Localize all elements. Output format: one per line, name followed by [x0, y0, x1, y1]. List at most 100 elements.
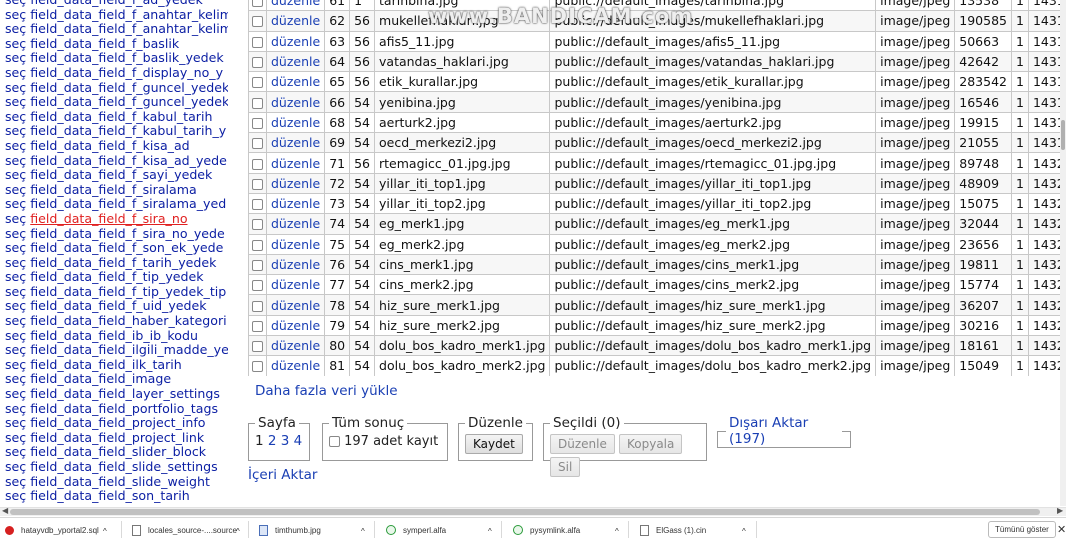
table-name-link[interactable]: field_data_field_image — [30, 371, 171, 387]
row-edit-link[interactable]: düzenle — [265, 111, 326, 134]
select-table-link[interactable]: seç — [5, 226, 26, 241]
row-checkbox[interactable] — [252, 178, 263, 190]
sidebar-table-item[interactable]: seç field_data_field_f_guncel_yedek — [0, 94, 228, 110]
table-name-link[interactable]: field_data_field_f_sayi_yedek — [30, 167, 212, 182]
row-checkbox[interactable] — [252, 77, 263, 89]
import-link[interactable]: İçeri Aktar — [248, 467, 317, 483]
row-edit-link[interactable]: düzenle — [265, 152, 326, 174]
close-icon[interactable]: ✕ — [1057, 523, 1066, 536]
sidebar-table-item[interactable]: seç field_data_field_f_anahtar_kelim — [0, 7, 228, 23]
table-name-link[interactable]: field_data_field_f_baslik_yedek — [30, 50, 223, 66]
row-edit-link[interactable]: düzenle — [265, 71, 326, 93]
sidebar-table-item[interactable]: seç field_data_field_slider_block — [0, 445, 228, 460]
sidebar-table-item[interactable]: seç field_data_field_haber_kategori — [0, 313, 228, 329]
delete-selected-button[interactable]: Sil — [550, 457, 581, 477]
select-table-link[interactable]: seç — [5, 80, 26, 95]
table-name-link[interactable]: field_data_field_f_kabul_tarih — [30, 109, 212, 124]
page-link-1[interactable]: 1 — [255, 433, 264, 449]
select-table-link[interactable]: seç — [5, 138, 26, 153]
table-name-link[interactable]: field_data_field_f_sira_no_yede — [30, 226, 225, 241]
row-edit-link[interactable]: düzenle — [265, 50, 326, 73]
table-name-link[interactable]: field_data_field_f_display_no_y — [30, 65, 223, 80]
table-name-link[interactable]: field_data_field_f_siralama — [30, 182, 197, 197]
table-name-link[interactable]: field_data_field_f_baslik — [30, 36, 179, 51]
sidebar-table-item[interactable]: seç field_data_field_f_kabul_tarih_y — [0, 124, 228, 139]
row-checkbox[interactable] — [252, 16, 263, 28]
table-name-link[interactable]: field_data_field_project_info — [30, 415, 205, 430]
table-name-link[interactable]: field_data_field_ib_ib_kodu — [30, 328, 198, 343]
select-table-link[interactable]: seç — [5, 153, 26, 168]
row-edit-link[interactable]: düzenle — [265, 0, 326, 12]
row-checkbox[interactable] — [252, 138, 263, 150]
select-table-link[interactable]: seç — [5, 167, 26, 182]
select-table-link[interactable]: seç — [5, 211, 26, 226]
sidebar-table-item[interactable]: seç field_data_field_f_guncel_yedek — [0, 80, 228, 96]
sidebar-table-item[interactable]: seç field_data_field_image — [0, 372, 228, 387]
horizontal-scrollbar-thumb[interactable] — [10, 509, 1040, 515]
chevron-up-icon[interactable]: ^ — [488, 523, 492, 539]
save-button[interactable]: Kaydet — [465, 434, 523, 454]
row-checkbox[interactable] — [252, 320, 263, 332]
download-item[interactable]: timthumb.jpg — [259, 522, 321, 538]
select-table-link[interactable]: seç — [5, 444, 26, 460]
sidebar-table-item[interactable]: seç field_data_field_f_display_no_y — [0, 65, 228, 81]
row-edit-link[interactable]: düzenle — [265, 10, 326, 32]
show-all-downloads-button[interactable]: Tümünü göster — [988, 521, 1056, 538]
sidebar-table-item[interactable]: seç field_data_field_f_baslik_yedek — [0, 51, 228, 66]
row-edit-link[interactable]: düzenle — [265, 335, 326, 357]
page-link-4[interactable]: 4 — [294, 433, 303, 449]
page-link-3[interactable]: 3 — [281, 433, 290, 449]
table-name-link[interactable]: field_data_field_slide_settings — [30, 459, 217, 474]
row-checkbox[interactable] — [252, 280, 263, 292]
select-table-link[interactable]: seç — [5, 313, 26, 328]
table-name-link[interactable]: field_data_field_f_siralama_yed — [30, 196, 226, 212]
row-checkbox[interactable] — [252, 158, 263, 170]
row-checkbox[interactable] — [252, 219, 263, 231]
select-table-link[interactable]: seç — [5, 7, 26, 22]
select-table-link[interactable]: seç — [5, 386, 26, 401]
select-table-link[interactable]: seç — [5, 459, 26, 474]
sidebar-table-item[interactable]: seç field_data_field_f_kisa_ad — [0, 138, 228, 154]
download-item[interactable]: ElGass (1).cin — [640, 522, 706, 538]
select-table-link[interactable]: seç — [5, 415, 26, 430]
table-name-link[interactable]: field_data_field_f_kisa_ad_yede — [30, 153, 227, 168]
table-name-link[interactable]: field_data_field_f_sira_no — [30, 211, 187, 226]
select-table-link[interactable]: seç — [5, 36, 26, 51]
export-link[interactable]: Dışarı Aktar (197) — [726, 415, 842, 447]
sidebar-table-item[interactable]: seç field_data_field_f_kabul_tarih — [0, 109, 228, 125]
select-table-link[interactable]: seç — [5, 123, 26, 139]
table-name-link[interactable]: field_data_field_layer_settings — [30, 386, 220, 401]
chevron-up-icon[interactable]: ^ — [742, 523, 746, 539]
table-name-link[interactable]: field_data_field_f_kabul_tarih_y — [30, 123, 226, 139]
row-checkbox[interactable] — [252, 300, 263, 312]
vertical-scrollbar[interactable] — [1060, 0, 1066, 506]
sidebar-table-item[interactable]: seç field_data_field_layer_settings — [0, 386, 228, 402]
row-checkbox[interactable] — [252, 199, 263, 211]
table-name-link[interactable]: field_data_field_f_guncel_yedek — [30, 80, 228, 95]
row-edit-link[interactable]: düzenle — [265, 91, 326, 113]
table-name-link[interactable]: field_data_field_f_anahtar_kelim — [30, 21, 228, 36]
select-table-link[interactable]: seç — [5, 401, 26, 416]
sidebar-table-item[interactable]: seç field_data_field_f_tarih_yedek — [0, 255, 228, 271]
select-table-link[interactable]: seç — [5, 298, 26, 314]
download-item[interactable]: locales_source-....source — [132, 522, 237, 538]
sidebar-table-item[interactable]: seç field_data_field_f_sira_no — [0, 211, 228, 227]
table-name-link[interactable]: field_data_field_ilk_tarih — [30, 357, 182, 372]
table-name-link[interactable]: field_data_field_haber_kategori — [30, 313, 226, 328]
row-checkbox[interactable] — [252, 361, 263, 373]
row-edit-link[interactable]: düzenle — [265, 213, 326, 235]
table-name-link[interactable]: field_data_field_f_tarih_yedek — [30, 255, 216, 270]
download-item[interactable]: hatayvdb_yportal2.sql — [5, 522, 99, 538]
select-table-link[interactable]: seç — [5, 255, 26, 270]
copy-selected-button[interactable]: Kopyala — [619, 434, 683, 454]
row-checkbox[interactable] — [252, 117, 263, 129]
select-table-link[interactable]: seç — [5, 328, 26, 343]
select-table-link[interactable]: seç — [5, 109, 26, 124]
table-name-link[interactable]: field_data_field_f_tip_yedek_tip — [30, 284, 226, 299]
sidebar-table-item[interactable]: seç field_data_field_slide_settings — [0, 459, 228, 475]
table-name-link[interactable]: field_data_field_f_son_ek_yede — [30, 240, 223, 255]
select-table-link[interactable]: seç — [5, 196, 26, 212]
sidebar-table-item[interactable]: seç field_data_field_ilgili_madde_ye — [0, 342, 228, 358]
select-table-link[interactable]: seç — [5, 240, 26, 255]
row-edit-link[interactable]: düzenle — [265, 132, 326, 154]
